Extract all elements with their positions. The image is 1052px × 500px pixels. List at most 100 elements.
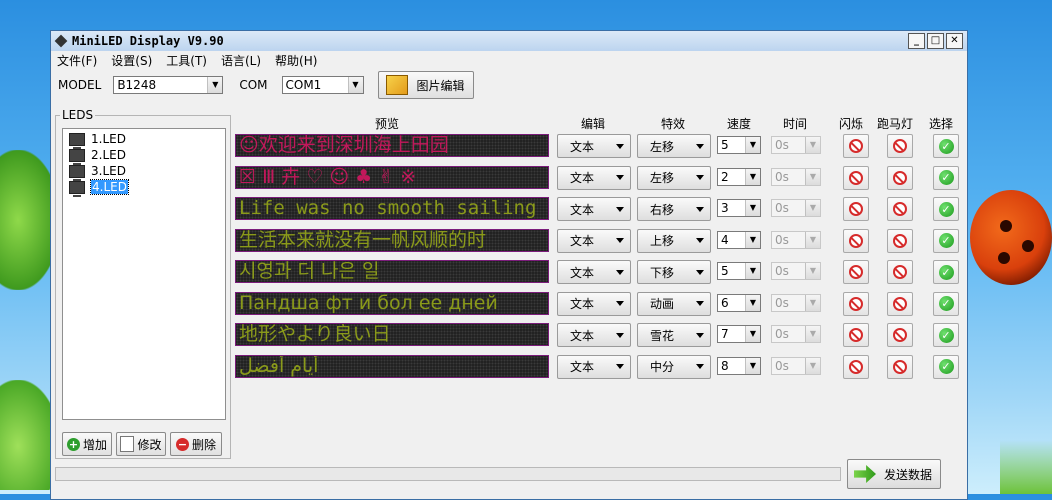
led-item[interactable]: 2.LED: [63, 147, 225, 165]
flash-toggle[interactable]: [843, 197, 869, 221]
led-item[interactable]: 3.LED: [63, 163, 225, 181]
led-preview[interactable]: 生活本来就没有一帆风顺的时: [235, 228, 549, 252]
led-preview[interactable]: 地形やより良い日: [235, 323, 549, 346]
add-label: 增加: [82, 437, 107, 452]
flash-toggle[interactable]: [843, 228, 869, 253]
led-preview[interactable]: Пандша фт и бол ее дней: [235, 291, 549, 315]
led-preview[interactable]: Life was no smooth sailing: [235, 197, 549, 220]
select-toggle[interactable]: ✓: [933, 291, 959, 316]
select-toggle[interactable]: ✓: [933, 323, 959, 347]
flash-toggle[interactable]: [843, 291, 869, 316]
speed-select[interactable]: 3 ▼: [717, 199, 761, 217]
speed-select[interactable]: 2 ▼: [717, 167, 761, 186]
no-entry-icon: [893, 139, 907, 153]
time-select[interactable]: 0s ▼: [771, 136, 821, 154]
effect-select[interactable]: 左移: [637, 134, 711, 158]
time-select[interactable]: 0s ▼: [771, 356, 821, 375]
led-item-selected[interactable]: 4.LED: [63, 179, 225, 197]
led-preview[interactable]: أيام أفضل: [235, 354, 549, 378]
marquee-toggle[interactable]: [887, 228, 913, 253]
speed-select[interactable]: 7 ▼: [717, 325, 761, 343]
time-select[interactable]: 0s ▼: [771, 167, 821, 186]
select-toggle[interactable]: ✓: [933, 197, 959, 221]
speed-select[interactable]: 8 ▼: [717, 356, 761, 375]
marquee-toggle[interactable]: [887, 260, 913, 284]
com-label: COM: [239, 78, 268, 92]
flash-toggle[interactable]: [843, 354, 869, 379]
time-select[interactable]: 0s ▼: [771, 199, 821, 217]
program-row: Пандша фт и бол ее дней 文本 动画 6 ▼ 0s ▼ ✓: [235, 290, 965, 316]
no-entry-icon: [849, 265, 863, 279]
time-select[interactable]: 0s ▼: [771, 293, 821, 312]
chevron-down-icon: ▼: [745, 200, 760, 216]
marquee-toggle[interactable]: [887, 197, 913, 221]
com-select[interactable]: COM1 ▼: [281, 76, 364, 94]
edit-type-value: 文本: [570, 297, 595, 311]
time-select[interactable]: 0s ▼: [771, 262, 821, 280]
leds-list[interactable]: 1.LED 2.LED 3.LED 4.LED: [62, 128, 226, 420]
edit-type-select[interactable]: 文本: [557, 165, 631, 190]
chevron-down-icon: [616, 143, 624, 149]
edit-type-select[interactable]: 文本: [557, 260, 631, 284]
close-button[interactable]: ✕: [946, 33, 963, 49]
menu-settings[interactable]: 设置(S): [111, 52, 152, 69]
edit-button[interactable]: 修改: [116, 432, 166, 456]
chevron-down-icon: [616, 175, 624, 180]
select-toggle[interactable]: ✓: [933, 354, 959, 379]
image-edit-button[interactable]: 图片编辑: [377, 71, 474, 99]
program-row: 生活本来就没有一帆风顺的时 文本 上移 4 ▼ 0s ▼ ✓: [235, 227, 965, 253]
flash-toggle[interactable]: [843, 323, 869, 347]
flash-toggle[interactable]: [843, 134, 869, 158]
effect-select[interactable]: 左移: [637, 165, 711, 190]
edit-type-select[interactable]: 文本: [557, 354, 631, 379]
led-preview[interactable]: 시영과 더 나은 일: [235, 260, 549, 283]
speed-select[interactable]: 5 ▼: [717, 136, 761, 154]
no-entry-icon: [893, 328, 907, 342]
speed-select[interactable]: 6 ▼: [717, 293, 761, 312]
speed-select[interactable]: 5 ▼: [717, 262, 761, 280]
no-entry-icon: [849, 233, 863, 248]
maximize-button[interactable]: □: [927, 33, 944, 49]
effect-select[interactable]: 下移: [637, 260, 711, 284]
add-button[interactable]: + 增加: [62, 432, 112, 456]
select-toggle[interactable]: ✓: [933, 260, 959, 284]
delete-button[interactable]: − 删除: [170, 432, 222, 456]
led-preview-text: 시영과 더 나은 일: [239, 260, 380, 282]
effect-select[interactable]: 中分: [637, 354, 711, 379]
edit-type-select[interactable]: 文本: [557, 291, 631, 316]
menu-file[interactable]: 文件(F): [57, 52, 97, 69]
select-toggle[interactable]: ✓: [933, 228, 959, 253]
app-window: MiniLED Display V9.90 _ □ ✕ 文件(F) 设置(S) …: [50, 30, 968, 500]
menu-tools[interactable]: 工具(T): [166, 52, 207, 69]
flash-toggle[interactable]: [843, 165, 869, 190]
flash-toggle[interactable]: [843, 260, 869, 284]
effect-select[interactable]: 上移: [637, 228, 711, 253]
edit-type-select[interactable]: 文本: [557, 228, 631, 253]
marquee-toggle[interactable]: [887, 134, 913, 158]
led-item[interactable]: 1.LED: [63, 131, 225, 149]
effect-select[interactable]: 雪花: [637, 323, 711, 347]
edit-type-select[interactable]: 文本: [557, 134, 631, 158]
effect-select[interactable]: 右移: [637, 197, 711, 221]
minimize-button[interactable]: _: [908, 33, 925, 49]
edit-type-select[interactable]: 文本: [557, 323, 631, 347]
column-flash: 闪烁: [839, 117, 864, 131]
led-preview[interactable]: ☒ Ⅲ 卉 ♡ ☺ ♣ ✌ ※: [235, 165, 549, 189]
menu-help[interactable]: 帮助(H): [275, 52, 317, 69]
marquee-toggle[interactable]: [887, 291, 913, 316]
effect-select[interactable]: 动画: [637, 291, 711, 316]
send-data-button[interactable]: 发送数据: [847, 459, 941, 489]
time-select[interactable]: 0s ▼: [771, 325, 821, 343]
marquee-toggle[interactable]: [887, 323, 913, 347]
program-row: ☺欢迎来到深圳海上田园 文本 左移 5 ▼ 0s ▼ ✓: [235, 132, 965, 158]
select-toggle[interactable]: ✓: [933, 134, 959, 158]
marquee-toggle[interactable]: [887, 354, 913, 379]
menu-language[interactable]: 语言(L): [221, 52, 261, 69]
led-preview[interactable]: ☺欢迎来到深圳海上田园: [235, 134, 549, 157]
marquee-toggle[interactable]: [887, 165, 913, 190]
edit-type-select[interactable]: 文本: [557, 197, 631, 221]
model-select[interactable]: B1248 ▼: [113, 76, 224, 94]
time-select[interactable]: 0s ▼: [771, 230, 821, 249]
select-toggle[interactable]: ✓: [933, 165, 959, 190]
speed-select[interactable]: 4 ▼: [717, 230, 761, 249]
